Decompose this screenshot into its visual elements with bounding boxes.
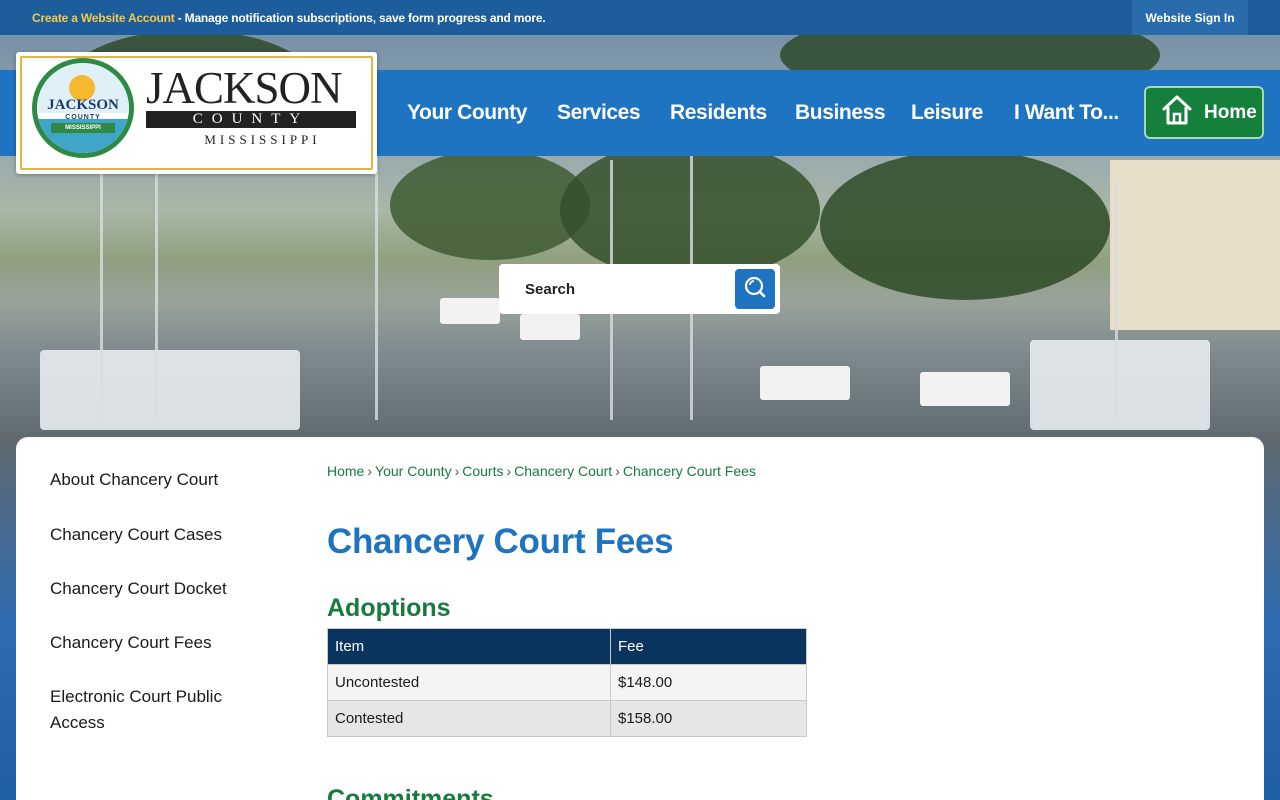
breadcrumb-home[interactable]: Home (327, 463, 364, 479)
nav-i-want-to[interactable]: I Want To... (1014, 101, 1119, 125)
table-header-row: Item Fee (327, 628, 807, 665)
breadcrumb-separator: › (454, 463, 460, 479)
section-heading-commitments: Commitments (327, 785, 494, 800)
nav-residents[interactable]: Residents (670, 101, 767, 125)
search-icon (743, 275, 767, 304)
breadcrumb: Home › Your County › Courts › Chancery Court › C… (327, 463, 756, 479)
wordmark-county: COUNTY (146, 111, 356, 128)
adoptions-fee-table: Item Fee Uncontested $148.00 Contested $… (327, 628, 807, 737)
home-button[interactable]: Home (1144, 86, 1264, 139)
table-cell-fee: $148.00 (610, 664, 807, 701)
sidebar-item-electronic-court-public-access[interactable]: Electronic Court Public Access (50, 684, 250, 736)
breadcrumb-separator: › (615, 463, 620, 479)
breadcrumb-chancery-court[interactable]: Chancery Court (514, 463, 612, 479)
table-cell-item: Contested (327, 700, 611, 737)
nav-your-county[interactable]: Your County (407, 101, 527, 125)
sidebar-item-chancery-court-cases[interactable]: Chancery Court Cases (50, 522, 222, 548)
breadcrumb-chancery-court-fees[interactable]: Chancery Court Fees (623, 463, 756, 479)
house-icon (1160, 94, 1194, 132)
website-sign-in-button[interactable]: Website Sign In (1132, 0, 1248, 35)
seal-county: COUNTY (65, 114, 101, 121)
seal-state: MISSISSIPPI (51, 123, 115, 133)
section-heading-adoptions: Adoptions (327, 594, 451, 622)
column-header-fee: Fee (610, 628, 807, 665)
nav-business[interactable]: Business (795, 101, 886, 125)
account-message: Create a Website Account - Manage notifi… (32, 11, 546, 25)
seal-name: JACKSON (47, 97, 119, 113)
sidebar-item-chancery-court-docket[interactable]: Chancery Court Docket (50, 576, 227, 602)
table-row: Contested $158.00 (327, 700, 807, 737)
search-input[interactable]: Search (525, 281, 575, 298)
home-button-label: Home (1204, 101, 1257, 123)
column-header-item: Item (327, 628, 611, 665)
breadcrumb-separator: › (367, 463, 373, 479)
sidebar-item-chancery-court-fees[interactable]: Chancery Court Fees (50, 630, 212, 656)
breadcrumb-courts[interactable]: Courts (462, 463, 503, 479)
table-row: Uncontested $148.00 (327, 664, 807, 701)
logo-wordmark: JACKSON COUNTY MISSISSIPPI (146, 66, 361, 148)
wordmark-name: JACKSON (146, 63, 343, 113)
top-notification-bar: Create a Website Account - Manage notifi… (0, 0, 1280, 35)
sidebar-item-about-chancery-court[interactable]: About Chancery Court (50, 467, 218, 493)
breadcrumb-your-county[interactable]: Your County (375, 463, 452, 479)
create-account-link[interactable]: Create a Website Account (32, 11, 175, 25)
search-button[interactable] (735, 269, 775, 309)
table-cell-item: Uncontested (327, 664, 611, 701)
breadcrumb-separator: › (506, 463, 512, 479)
county-logo[interactable]: JACKSON COUNTY MISSISSIPPI JACKSON COUNT… (16, 52, 377, 174)
page-title: Chancery Court Fees (327, 522, 674, 561)
county-seal: JACKSON COUNTY MISSISSIPPI (32, 58, 134, 158)
wordmark-state: MISSISSIPPI (204, 132, 321, 147)
nav-leisure[interactable]: Leisure (911, 101, 983, 125)
account-message-text: - Manage notification subscriptions, sav… (174, 11, 546, 25)
nav-services[interactable]: Services (557, 101, 641, 125)
table-cell-fee: $158.00 (610, 700, 807, 737)
